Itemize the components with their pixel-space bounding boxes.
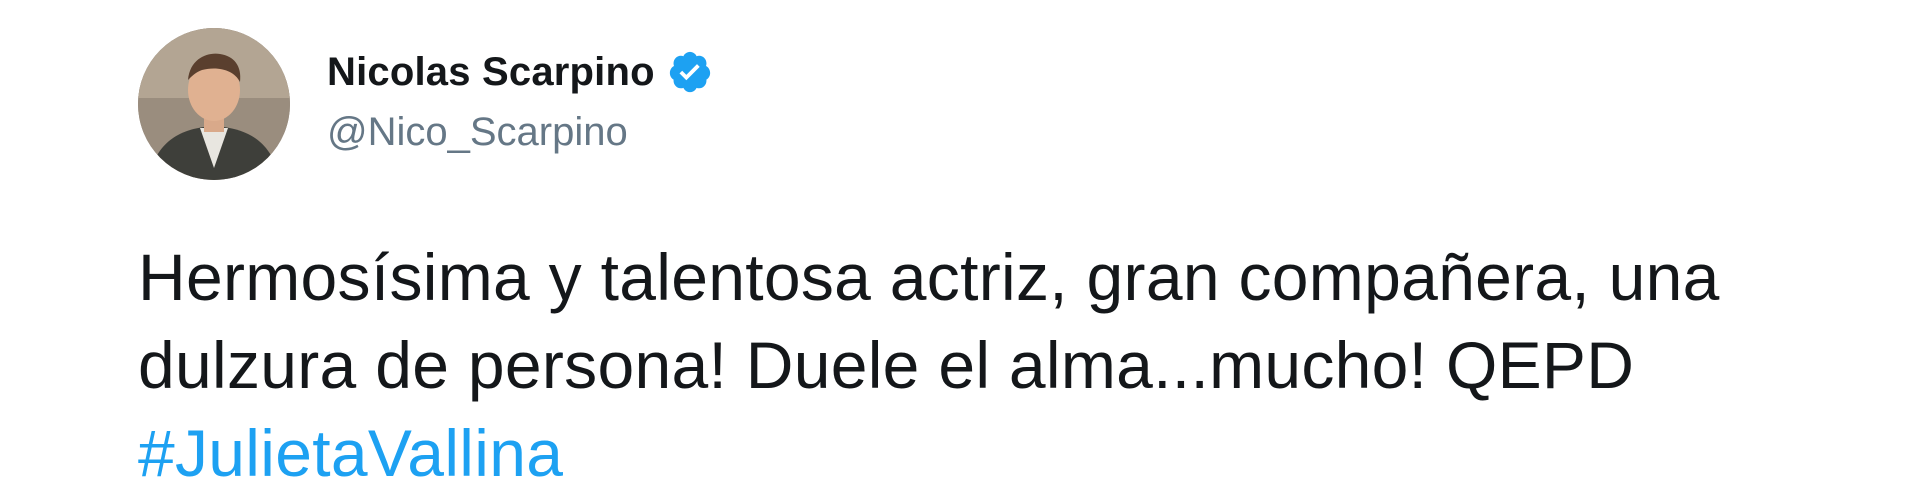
author-display-name[interactable]: Nicolas Scarpino xyxy=(327,50,655,95)
tweet-text: Hermosísima y talentosa actriz, gran com… xyxy=(138,233,1898,495)
name-row: Nicolas Scarpino xyxy=(327,44,713,100)
tweet-card: Nicolas Scarpino @Nico_Scarpino Hermosís… xyxy=(0,0,1920,495)
author-block: Nicolas Scarpino @Nico_Scarpino xyxy=(327,44,713,155)
author-handle[interactable]: @Nico_Scarpino xyxy=(327,110,713,155)
tweet-text-line: dulzura de persona! Duele el alma...much… xyxy=(138,328,1635,402)
profile-photo-icon xyxy=(138,28,290,180)
hashtag-link[interactable]: #JulietaVallina xyxy=(138,416,563,490)
verified-badge-icon xyxy=(667,49,713,95)
avatar[interactable] xyxy=(138,28,290,180)
tweet-text-line: Hermosísima y talentosa actriz, gran com… xyxy=(138,240,1720,314)
tweet-text-line: #JulietaVallina xyxy=(138,409,1898,495)
